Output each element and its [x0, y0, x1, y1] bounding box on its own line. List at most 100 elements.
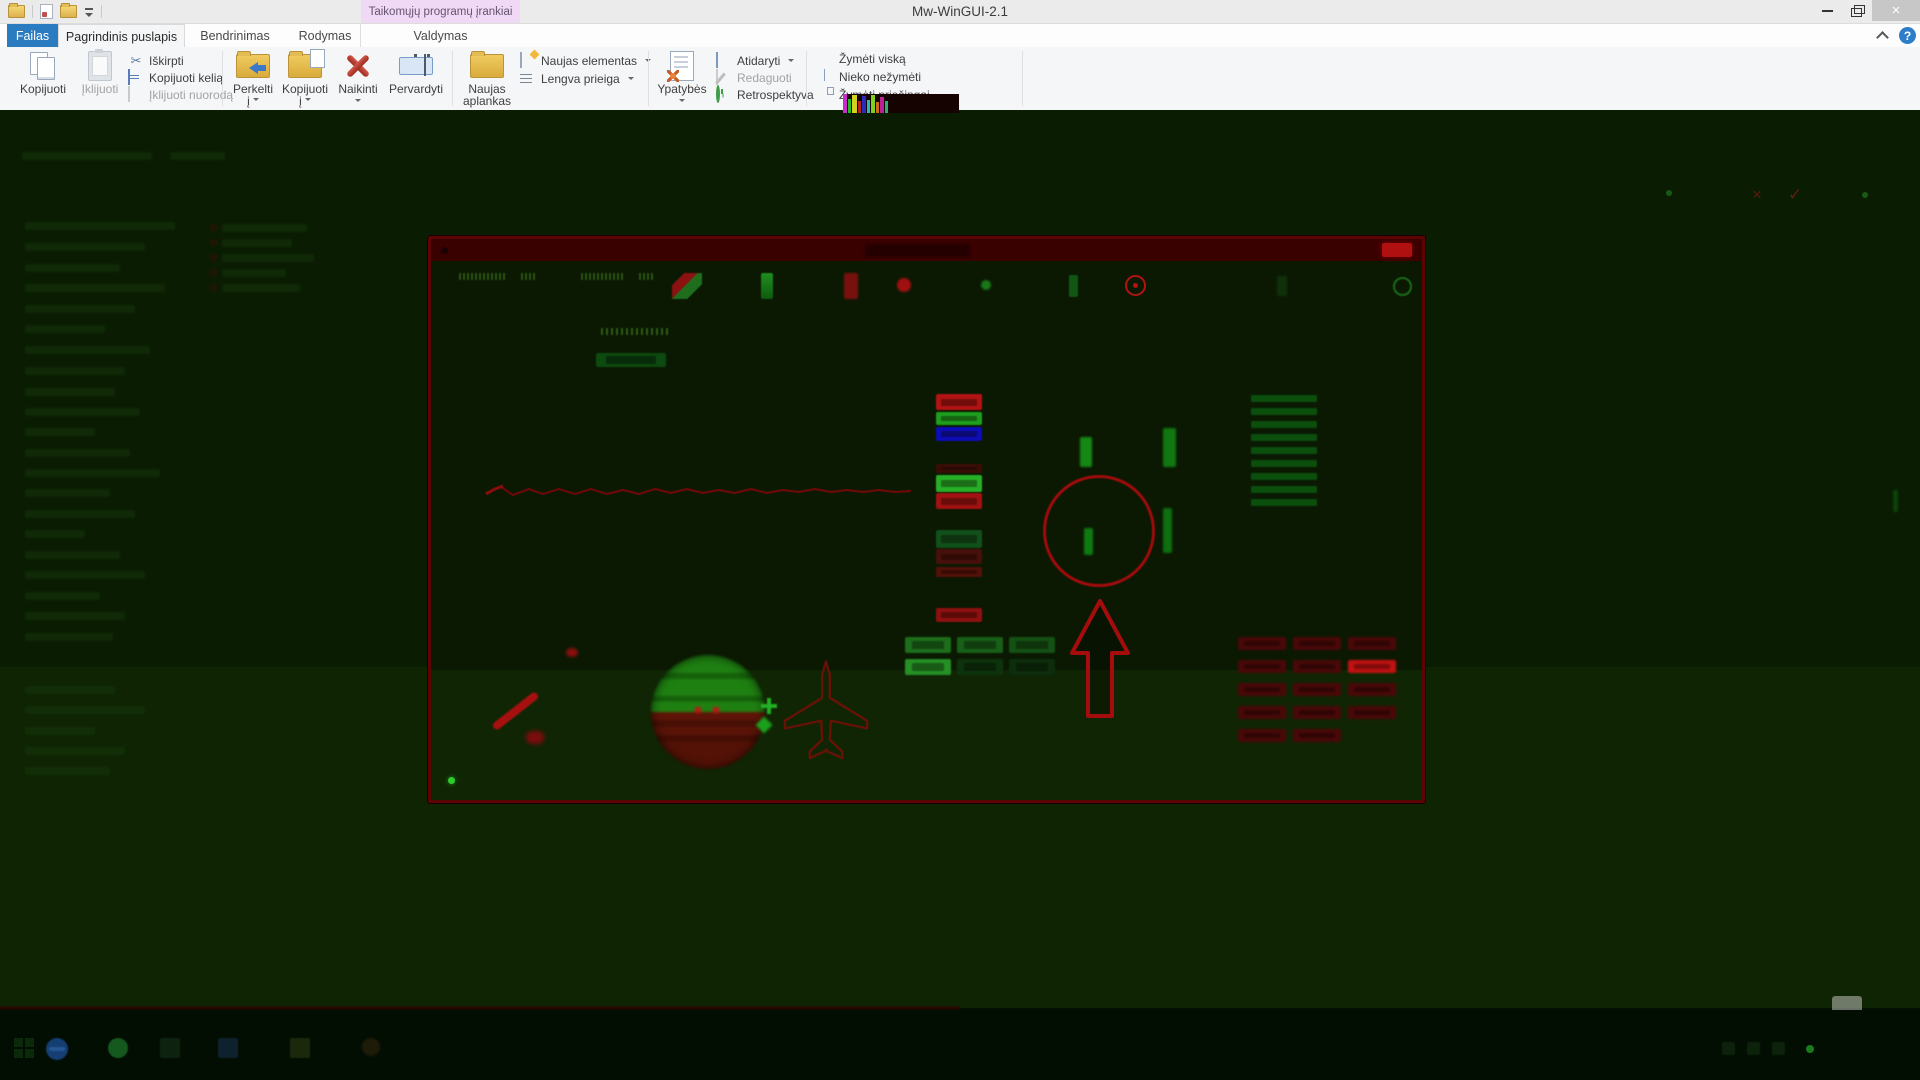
hud-toolbar-vbar-faint-icon[interactable] — [1277, 276, 1287, 296]
hud-ladder-bar — [1251, 447, 1317, 454]
window-controls: × — [1812, 0, 1920, 21]
edit-button[interactable]: Redaguoti — [716, 69, 792, 86]
browser-icon[interactable] — [46, 1038, 68, 1060]
hud-ladder-bar — [1251, 473, 1317, 480]
hud-panel-button[interactable] — [957, 659, 1003, 675]
hud-close-button[interactable] — [1382, 243, 1412, 257]
move-to-button[interactable]: Perkelti į — [228, 49, 278, 107]
open-button[interactable]: Atidaryti — [716, 52, 794, 69]
customize-toolbar-dropdown-icon[interactable] — [84, 6, 94, 18]
hud-toolbar-dot-green-icon[interactable] — [981, 280, 991, 290]
hud-toolbar-vbar-green2-icon[interactable] — [1069, 275, 1078, 297]
file-list-row — [25, 284, 165, 292]
hud-panel-button[interactable] — [1009, 659, 1055, 675]
delete-button[interactable]: Naikinti — [334, 49, 382, 105]
divider — [1022, 51, 1023, 106]
paste-button[interactable]: Įklijuoti — [74, 49, 126, 95]
cut-button[interactable]: ✂ Iškirpti — [128, 52, 184, 69]
paste-shortcut-button[interactable]: Įklijuoti nuorodą — [128, 86, 233, 103]
hud-warning-lamp — [936, 608, 982, 622]
hud-table-cell — [1348, 637, 1396, 650]
dropdown-arrow-icon — [305, 98, 311, 104]
tab-valdymas[interactable]: Valdymas — [361, 24, 520, 47]
hud-panel-button[interactable] — [905, 637, 951, 653]
app-icon[interactable] — [218, 1038, 238, 1058]
easy-access-button[interactable]: Lengva prieiga — [520, 70, 634, 87]
hud-toolbar-target-red-icon[interactable] — [1125, 275, 1146, 296]
hud-ladder-bar — [1251, 460, 1317, 467]
hud-table-cell — [1238, 660, 1286, 673]
select-none-button[interactable]: Nieko nežymėti — [818, 68, 921, 85]
select-all-button[interactable]: Žymėti viską — [818, 50, 906, 67]
glitch-stripe — [880, 97, 884, 113]
copy-to-button[interactable]: Kopijuoti į — [280, 49, 330, 107]
hud-toolbar-ring-green-icon[interactable] — [1393, 277, 1412, 296]
paste-icon[interactable] — [40, 4, 53, 19]
file-list-row — [222, 254, 314, 262]
app-icon-green[interactable] — [108, 1038, 128, 1058]
tab-bendrinimas[interactable]: Bendrinimas — [183, 24, 287, 47]
hud-caption-text — [600, 328, 670, 335]
new-item-button[interactable]: Naujas elementas — [520, 52, 651, 69]
file-list-row — [25, 388, 115, 396]
folder-icon[interactable] — [60, 5, 77, 18]
app-icon[interactable] — [290, 1038, 310, 1058]
new-folder-button[interactable]: Naujas aplankas — [458, 49, 516, 107]
file-list-row — [25, 408, 140, 416]
copy-button[interactable]: Kopijuoti — [14, 49, 72, 95]
tray-status-dot[interactable] — [1806, 1045, 1814, 1053]
tray-icon[interactable] — [1722, 1042, 1735, 1055]
hud-signal-trace — [481, 479, 921, 503]
file-list-row — [222, 224, 307, 232]
file-list-row — [170, 152, 225, 160]
tab-failas[interactable]: Failas — [7, 24, 58, 47]
hud-toolbar-dot-red-icon[interactable] — [897, 278, 911, 292]
hud-window-titlebar[interactable] — [431, 239, 1422, 261]
scissors-icon: ✂ — [128, 53, 144, 69]
open-icon — [716, 52, 718, 68]
file-list-row — [25, 222, 175, 230]
help-button[interactable]: ? — [1899, 27, 1916, 44]
tab-rodymas[interactable]: Rodymas — [287, 24, 363, 47]
hud-table-cell — [1293, 660, 1341, 673]
glitch-stripe — [876, 102, 879, 113]
file-list-row — [25, 428, 95, 436]
hud-toolbar-vbar-red-icon[interactable] — [844, 273, 858, 299]
glitch-stripe — [885, 101, 888, 113]
tray-icon[interactable] — [1747, 1042, 1760, 1055]
hud-warning-lamp — [936, 427, 982, 441]
minimize-button[interactable] — [1812, 0, 1842, 21]
app-icon[interactable] — [160, 1038, 180, 1058]
delete-x-icon — [343, 51, 373, 81]
file-list-row — [222, 284, 300, 292]
app-icon[interactable] — [362, 1038, 380, 1056]
file-list-row — [25, 747, 125, 755]
file-list-row — [222, 269, 286, 277]
collapse-ribbon-icon[interactable] — [1877, 30, 1887, 40]
history-button[interactable]: Retrospektyva — [716, 86, 814, 103]
hud-window-body — [431, 261, 1422, 800]
hud-panel-button[interactable] — [905, 659, 951, 675]
restore-button[interactable] — [1842, 0, 1872, 21]
close-button[interactable]: × — [1872, 0, 1920, 21]
hud-table-cell — [1348, 706, 1396, 719]
hud-table-cell — [1238, 683, 1286, 696]
copy-path-button[interactable]: Kopijuoti kelią — [128, 69, 223, 86]
start-button[interactable] — [14, 1038, 34, 1058]
hud-panel-button[interactable] — [1009, 637, 1055, 653]
window-title: Mw-WinGUI-2.1 — [0, 0, 1920, 23]
folder-icon[interactable] — [8, 5, 25, 18]
hud-panel-button[interactable] — [957, 637, 1003, 653]
tab-pagrindinis-puslapis[interactable]: Pagrindinis puslapis — [58, 24, 185, 48]
properties-button[interactable]: Ypatybės — [654, 49, 710, 105]
hud-toolbar-vbar-green-icon[interactable] — [761, 273, 773, 299]
glitch-stripe — [852, 95, 857, 113]
tray-icon[interactable] — [1772, 1042, 1785, 1055]
rename-button[interactable]: Pervardyti — [384, 49, 448, 95]
divider — [452, 51, 453, 106]
hud-mode-button[interactable] — [596, 353, 666, 367]
hud-warning-lamp — [936, 567, 982, 577]
glitch-stripe — [858, 101, 861, 113]
hud-toolbar-pencil-icon[interactable] — [672, 273, 702, 299]
dropdown-arrow-icon — [628, 77, 634, 83]
